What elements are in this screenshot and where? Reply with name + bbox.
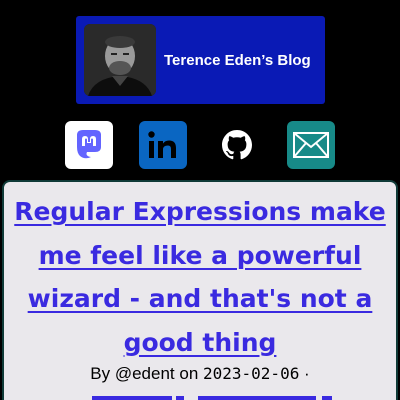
site-title: Terence Eden’s Blog (164, 51, 311, 69)
mastodon-icon (77, 130, 101, 159)
byline-prefix: By (90, 364, 115, 383)
github-link[interactable] (213, 121, 261, 169)
cutoff-link-fragment (322, 396, 332, 400)
post-title-link[interactable]: Regular Expressions make me feel like a … (14, 197, 385, 357)
github-icon (222, 130, 252, 160)
linkedin-icon (148, 131, 176, 158)
site-header-link[interactable]: Terence Eden’s Blog (76, 16, 325, 104)
author-avatar (84, 24, 156, 96)
page: Terence Eden’s Blog Regular Expressions … (0, 0, 400, 400)
post-byline: By @edent on 2023-02-06 · (0, 364, 400, 384)
byline-separator: · (299, 364, 310, 383)
cutoff-link-fragment (198, 396, 316, 400)
mastodon-link[interactable] (65, 121, 113, 169)
linkedin-link[interactable] (139, 121, 187, 169)
post-title: Regular Expressions make me feel like a … (8, 190, 392, 364)
email-icon (293, 132, 329, 158)
email-link[interactable] (287, 121, 335, 169)
author-link[interactable]: @edent (115, 364, 175, 383)
cutoff-link-fragment (176, 396, 184, 400)
cutoff-link-fragment (92, 396, 172, 400)
byline-on: on (174, 364, 203, 383)
post-date: 2023-02-06 (203, 364, 300, 383)
